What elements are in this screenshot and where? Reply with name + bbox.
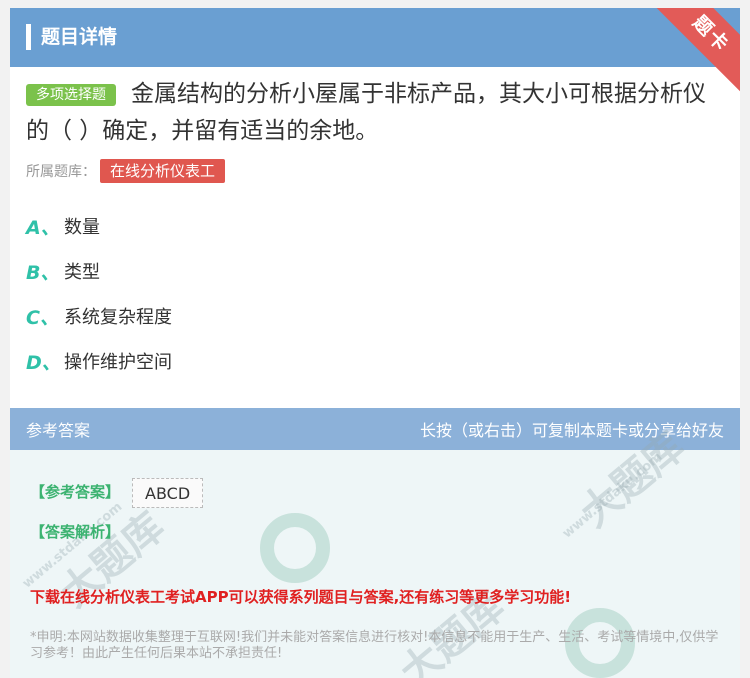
question-bank-row: 所属题库： 在线分析仪表工 bbox=[26, 158, 226, 184]
copy-share-hint: 长按（或右击）可复制本题卡或分享给好友 bbox=[419, 421, 724, 440]
bank-label: 所属题库： bbox=[26, 164, 96, 180]
title-bar-decoration bbox=[26, 24, 31, 50]
watermark-logo-icon bbox=[260, 513, 330, 583]
option-a[interactable]: A、 数量 bbox=[26, 211, 100, 241]
option-letter: D、 bbox=[26, 351, 61, 374]
bank-tag[interactable]: 在线分析仪表工 bbox=[100, 159, 226, 183]
answer-analysis-label: 【答案解析】 bbox=[30, 523, 121, 541]
option-letter: B、 bbox=[26, 261, 60, 284]
option-text: 类型 bbox=[64, 262, 100, 283]
option-letter: A、 bbox=[26, 216, 60, 239]
question-text: 金属结构的分析小屋属于非标产品，其大小可根据分析仪的（ ）确定，并留有适当的余地… bbox=[26, 81, 706, 144]
option-text: 数量 bbox=[64, 217, 100, 238]
option-c[interactable]: C、 系统复杂程度 bbox=[26, 301, 172, 331]
option-b[interactable]: B、 类型 bbox=[26, 256, 100, 286]
option-text: 操作维护空间 bbox=[64, 352, 172, 373]
question-type-badge: 多项选择题 bbox=[26, 84, 116, 106]
option-text: 系统复杂程度 bbox=[64, 307, 172, 328]
option-letter: C、 bbox=[26, 306, 59, 329]
disclaimer-text: *申明:本网站数据收集整理于互联网!我们并未能对答案信息进行核对!本信息不能用于… bbox=[30, 630, 719, 661]
card-header: 题目详情 题卡 bbox=[10, 8, 740, 102]
reference-answer-label: 【参考答案】 bbox=[30, 483, 121, 501]
answer-header-title: 参考答案 bbox=[26, 421, 91, 440]
question-card: 题目详情 题卡 金属结构的分析小屋属于非标产品，其大小可根据分析仪的（ ）确定，… bbox=[10, 8, 740, 678]
reference-answer-value[interactable]: ABCD bbox=[132, 478, 204, 508]
answer-section: 参考答案 长按（或右击）可复制本题卡或分享给好友 大题库 大题库 大题库 www… bbox=[10, 408, 740, 678]
page-title: 题目详情 bbox=[41, 26, 118, 48]
download-app-link[interactable]: 下载在线分析仪表工考试APP可以获得系列题目与答案,还有练习等更多学习功能! bbox=[30, 586, 571, 607]
option-d[interactable]: D、 操作维护空间 bbox=[26, 346, 172, 376]
